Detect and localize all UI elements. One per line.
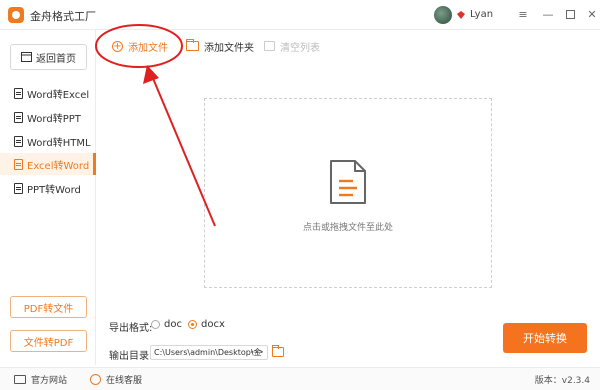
- output-dir-more[interactable]: •••: [250, 346, 264, 359]
- close-icon[interactable]: ✕: [585, 7, 599, 21]
- sidebar-item-label: Excel转Word: [27, 160, 90, 172]
- add-folder-label: 添加文件夹: [204, 42, 254, 54]
- sidebar-item-word-to-ppt[interactable]: Word转PPT: [0, 106, 96, 128]
- back-home-icon: [21, 52, 32, 62]
- output-dir-value: C:\Users\admin\Desktop\金: [154, 348, 262, 357]
- document-icon: [14, 158, 23, 170]
- app-title: 金舟格式工厂: [30, 10, 96, 23]
- sidebar-item-label: Word转PPT: [27, 113, 81, 125]
- user-avatar[interactable]: [434, 6, 452, 24]
- official-website-link[interactable]: 官方网站: [14, 373, 67, 386]
- pdf-to-file-button[interactable]: PDF转文件: [10, 296, 87, 318]
- sidebar-item-word-to-excel[interactable]: Word转Excel: [0, 82, 96, 104]
- add-file-button[interactable]: + 添加文件: [112, 37, 168, 55]
- sidebar-item-label: Word转HTML: [27, 137, 91, 149]
- sidebar-item-ppt-to-word[interactable]: PPT转Word: [0, 177, 96, 199]
- status-bar: 官方网站 在线客服 版本：v2.3.4: [0, 367, 600, 390]
- document-icon: [14, 182, 23, 194]
- username[interactable]: Lyan: [470, 9, 493, 20]
- sidebar-item-word-to-html[interactable]: Word转HTML: [0, 130, 96, 152]
- format-label: 导出格式:: [109, 323, 153, 334]
- sidebar: 返回首页 Word转Excel Word转PPT Word转HTML Excel…: [0, 30, 96, 365]
- open-folder-icon[interactable]: [272, 345, 284, 357]
- monitor-icon: [14, 375, 26, 384]
- title-bar: 金舟格式工厂 Lyan ≡ — ✕: [0, 0, 600, 30]
- add-icon: +: [112, 40, 123, 52]
- document-icon: [14, 135, 23, 147]
- format-docx-radio[interactable]: [188, 320, 197, 329]
- drop-hint-text: 点击或拖拽文件至此处: [302, 223, 393, 233]
- output-dir-field[interactable]: C:\Users\admin\Desktop\金 •••: [150, 345, 268, 360]
- clear-icon: [264, 41, 275, 51]
- version-text: 版本：v2.3.4: [534, 376, 590, 386]
- file-to-pdf-button[interactable]: 文件转PDF: [10, 330, 87, 352]
- output-dir-label: 输出目录:: [109, 351, 153, 362]
- menu-icon[interactable]: ≡: [516, 7, 530, 21]
- vip-badge-icon: [457, 11, 465, 19]
- sidebar-item-excel-to-word[interactable]: Excel转Word: [0, 153, 96, 175]
- app-logo-icon: [8, 7, 24, 23]
- online-support-label: 在线客服: [106, 376, 143, 386]
- add-folder-button[interactable]: 添加文件夹: [186, 37, 254, 55]
- format-doc-radio[interactable]: [151, 320, 160, 329]
- document-icon: [14, 87, 23, 99]
- back-home-label: 返回首页: [36, 53, 76, 65]
- add-file-label: 添加文件: [128, 42, 168, 54]
- clear-list-label: 清空列表: [280, 42, 320, 54]
- back-home-button[interactable]: 返回首页: [10, 44, 87, 70]
- minimize-icon[interactable]: —: [541, 7, 555, 21]
- format-docx-label[interactable]: docx: [201, 319, 225, 330]
- file-drop-zone[interactable]: 点击或拖拽文件至此处: [204, 98, 492, 288]
- maximize-icon[interactable]: [563, 7, 577, 21]
- sidebar-item-label: Word转Excel: [27, 89, 90, 101]
- official-website-label: 官方网站: [31, 376, 68, 386]
- document-icon: [14, 111, 23, 123]
- support-icon: [90, 374, 101, 385]
- folder-icon: [186, 39, 199, 51]
- clear-list-button[interactable]: 清空列表: [264, 37, 320, 55]
- format-doc-label[interactable]: doc: [164, 319, 182, 330]
- start-convert-button[interactable]: 开始转换: [503, 323, 587, 353]
- online-support-link[interactable]: 在线客服: [90, 373, 142, 386]
- annotation-arrow-head: [143, 65, 159, 84]
- file-placeholder-icon: [330, 160, 366, 204]
- sidebar-item-label: PPT转Word: [27, 184, 81, 196]
